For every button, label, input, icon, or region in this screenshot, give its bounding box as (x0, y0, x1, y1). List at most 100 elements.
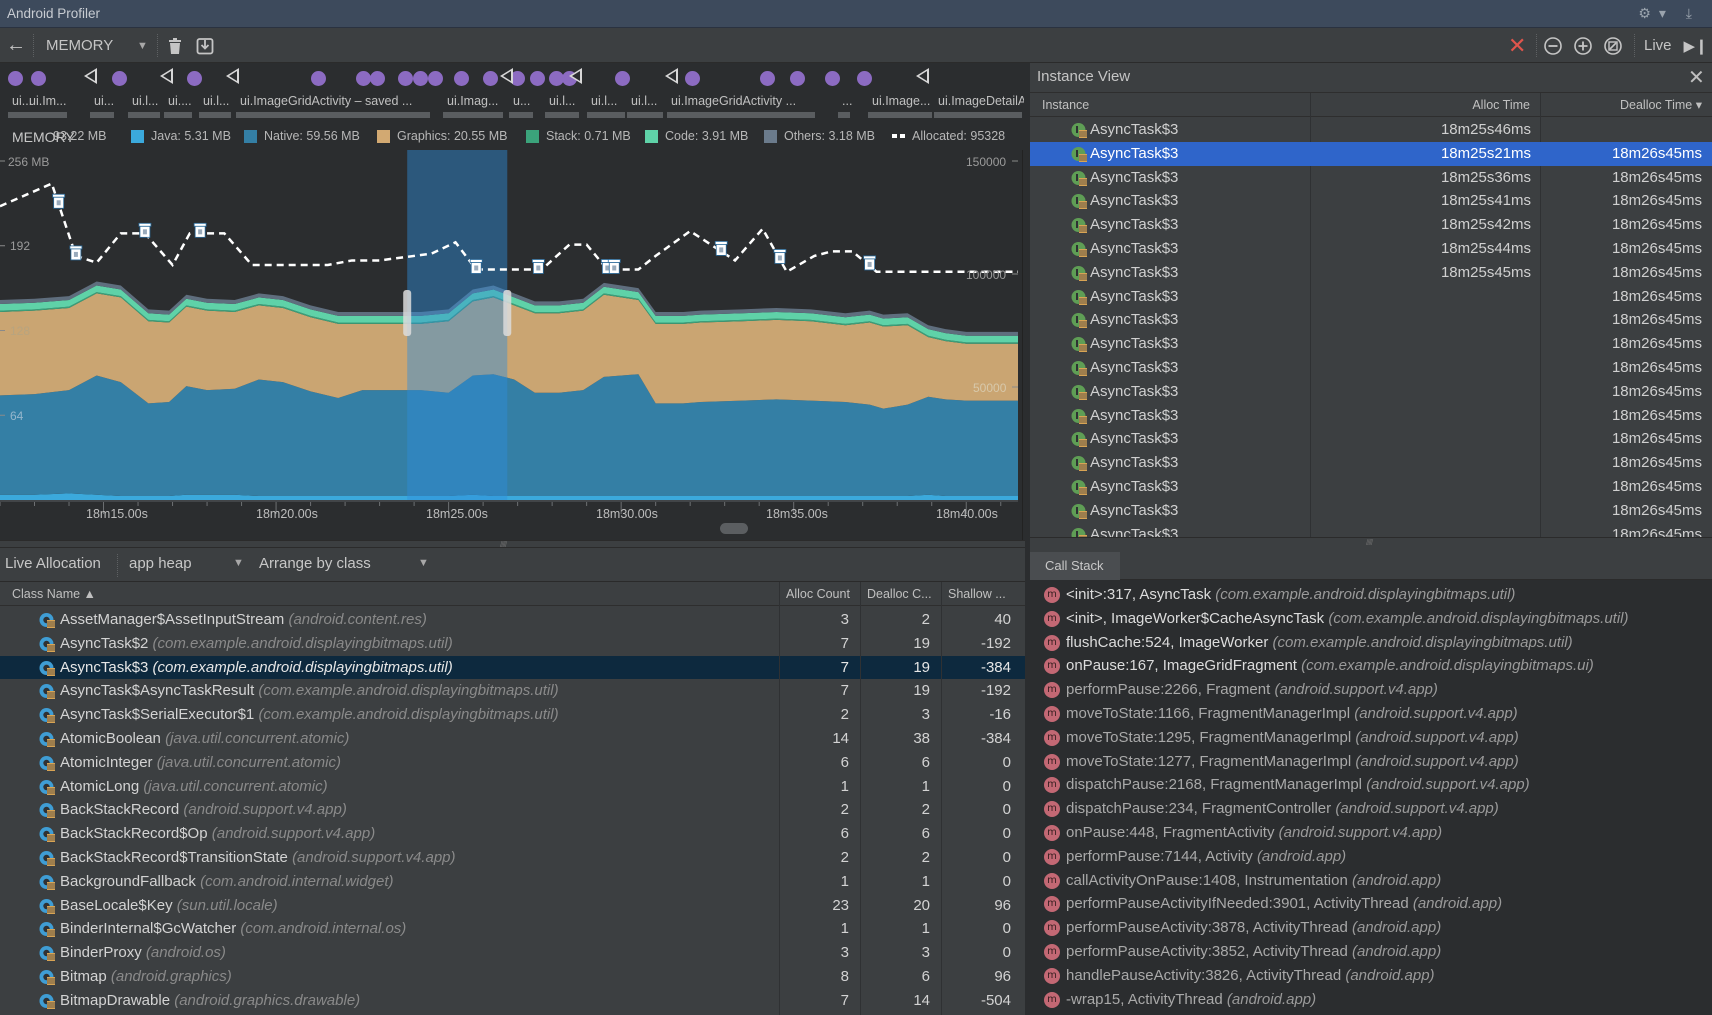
call-stack-frame[interactable]: m performPauseActivity:3852, ActivityThre… (1030, 940, 1712, 964)
activity-label[interactable]: ui.... (168, 94, 194, 108)
user-event-dot[interactable] (615, 71, 630, 86)
instance-row[interactable]: AsyncTask$3 18m26s45ms (1030, 523, 1712, 537)
user-event-dot[interactable] (685, 71, 700, 86)
gc-event-trash-icon[interactable] (52, 193, 66, 209)
force-gc-button[interactable] (168, 28, 182, 63)
instance-row[interactable]: AsyncTask$3 18m26s45ms (1030, 308, 1712, 332)
call-stack-frame[interactable]: m <init>:317, AsyncTask (com.example.andr… (1030, 583, 1712, 607)
instance-row[interactable]: AsyncTask$3 18m26s45ms (1030, 285, 1712, 309)
back-navigation-icon[interactable] (916, 68, 929, 84)
user-event-dot[interactable] (530, 71, 545, 86)
activity-label[interactable]: ui.Imag... (447, 94, 505, 108)
class-row[interactable]: AsyncTask$3 (com.example.android.display… (0, 655, 1025, 680)
user-event-dot[interactable] (760, 71, 775, 86)
instance-row[interactable]: AsyncTask$3 18m26s45ms (1030, 380, 1712, 404)
user-event-dot[interactable] (31, 71, 46, 86)
instance-row[interactable]: AsyncTask$3 18m25s45ms 18m26s45ms (1030, 261, 1712, 285)
back-navigation-icon[interactable] (665, 68, 678, 84)
activity-label[interactable]: ui.ImageGridActivity – saved ... (240, 94, 432, 108)
stop-session-button[interactable]: ✕ (1508, 28, 1526, 63)
instance-row[interactable]: AsyncTask$3 18m25s46ms (1030, 118, 1712, 142)
class-row[interactable]: AtomicBoolean (java.util.concurrent.atom… (0, 727, 1025, 751)
call-stack-frame[interactable]: m -wrap15, ActivityThread (android.app) (1030, 988, 1712, 1012)
class-row[interactable]: AssetManager$AssetInputStream (android.c… (0, 608, 1025, 632)
class-row[interactable]: BinderInternal$GcWatcher (com.android.in… (0, 917, 1025, 941)
gc-event-trash-icon[interactable] (863, 255, 877, 271)
back-navigation-icon[interactable] (500, 68, 513, 84)
activity-label[interactable]: ui.ImageDetailA (938, 94, 1024, 108)
call-stack-frame[interactable]: m flushCache:524, ImageWorker (com.exampl… (1030, 631, 1712, 655)
class-row[interactable]: BackStackRecord$TransitionState (android… (0, 846, 1025, 870)
tab-call-stack[interactable]: Call Stack (1030, 552, 1120, 580)
heap-select[interactable]: app heap ▼ (129, 555, 247, 575)
gc-event-trash-icon[interactable] (69, 245, 83, 261)
back-navigation-icon[interactable] (226, 68, 239, 84)
call-stack-frame[interactable]: m onPause:448, FragmentActivity (android.… (1030, 821, 1712, 845)
column-header-dealloc-time[interactable]: Dealloc Time ▾ (1540, 93, 1712, 117)
user-event-dot[interactable] (187, 71, 202, 86)
class-row[interactable]: Bitmap (android.graphics) 8 6 96 (0, 965, 1025, 989)
instance-row[interactable]: AsyncTask$3 18m26s45ms (1030, 427, 1712, 451)
user-event-dot[interactable] (311, 71, 326, 86)
user-event-dot[interactable] (428, 71, 443, 86)
user-event-dot[interactable] (8, 71, 23, 86)
call-stack-frame[interactable]: m performPauseActivity:3878, ActivityThre… (1030, 916, 1712, 940)
column-header-class-name[interactable]: Class Name ▲ (0, 582, 779, 606)
selection-handle[interactable] (403, 290, 412, 336)
selection-handle[interactable] (503, 290, 512, 336)
column-header-shallow-size[interactable]: Shallow ... (941, 582, 1022, 606)
instance-row[interactable]: AsyncTask$3 18m26s45ms (1030, 499, 1712, 523)
instance-row[interactable]: AsyncTask$3 18m26s45ms (1030, 356, 1712, 380)
class-row[interactable]: BitmapDrawable (android.graphics.drawabl… (0, 989, 1025, 1013)
back-navigation-icon[interactable] (569, 68, 582, 84)
instance-row[interactable]: AsyncTask$3 18m26s45ms (1030, 332, 1712, 356)
column-header-dealloc-count[interactable]: Dealloc C... (860, 582, 941, 606)
gc-event-trash-icon[interactable] (714, 241, 728, 256)
class-row[interactable]: BackStackRecord (android.support.v4.app)… (0, 798, 1025, 822)
user-event-dot[interactable] (825, 71, 840, 86)
gc-event-trash-icon[interactable] (138, 222, 152, 238)
activity-label[interactable]: ui.l... (591, 94, 627, 108)
column-header-instance[interactable]: Instance (1030, 93, 1310, 117)
call-stack-frame[interactable]: m dispatchPause:2168, FragmentManagerImpl… (1030, 773, 1712, 797)
column-header-alloc-count[interactable]: Alloc Count (779, 582, 860, 606)
instance-row[interactable]: AsyncTask$3 18m26s45ms (1030, 475, 1712, 499)
reset-zoom-button[interactable] (1603, 28, 1623, 63)
arrange-select[interactable]: Arrange by class ▼ (259, 555, 429, 575)
call-stack-frame[interactable]: m callActivityOnPause:1408, Instrumentati… (1030, 869, 1712, 893)
call-stack-frame[interactable]: m performPauseActivityIfNeeded:3901, Acti… (1030, 892, 1712, 916)
instance-row[interactable]: AsyncTask$3 18m25s21ms 18m26s45ms (1030, 141, 1712, 166)
zoom-out-button[interactable] (1543, 28, 1563, 63)
arrow-left-icon[interactable]: ← (6, 28, 26, 63)
activity-label[interactable]: ui.Image... (872, 94, 934, 108)
class-row[interactable]: BackStackRecord$Op (android.support.v4.a… (0, 822, 1025, 846)
user-event-dot[interactable] (370, 71, 385, 86)
timeline-scrollbar-thumb[interactable] (720, 523, 748, 534)
class-row[interactable]: BackgroundFallback (com.android.internal… (0, 870, 1025, 894)
gear-icon[interactable]: ⚙▾ (1638, 5, 1674, 21)
class-row[interactable]: AsyncTask$SerialExecutor$1 (com.example.… (0, 703, 1025, 727)
heap-dump-button[interactable] (196, 28, 214, 63)
memory-chart[interactable]: 256 MB 192 128 64 150000 100000 50000 18… (0, 150, 1022, 540)
user-event-dot[interactable] (356, 71, 371, 86)
instance-row[interactable]: AsyncTask$3 18m25s42ms 18m26s45ms (1030, 213, 1712, 237)
activity-label[interactable]: ui.l... (203, 94, 233, 108)
user-event-dot[interactable] (454, 71, 469, 86)
instance-callstack-splitter[interactable]: ///// (1030, 537, 1712, 548)
class-row[interactable]: AsyncTask$2 (com.example.android.display… (0, 632, 1025, 656)
call-stack-frame[interactable]: m onPause:167, ImageGridFragment (com.exa… (1030, 654, 1712, 678)
instance-row[interactable]: AsyncTask$3 18m25s36ms 18m26s45ms (1030, 166, 1712, 190)
profiler-select[interactable]: MEMORY ▼ (46, 28, 150, 63)
instance-row[interactable]: AsyncTask$3 18m25s41ms 18m26s45ms (1030, 189, 1712, 213)
user-event-dot[interactable] (112, 71, 127, 86)
activity-label[interactable]: u... (513, 94, 535, 108)
instance-row[interactable]: AsyncTask$3 18m26s45ms (1030, 451, 1712, 475)
call-stack-frame[interactable]: m handlePauseActivity:3826, ActivityThrea… (1030, 964, 1712, 988)
activity-label[interactable]: ui.l... (132, 94, 162, 108)
live-button[interactable]: Live ▶❙ (1644, 28, 1708, 63)
gc-event-trash-icon[interactable] (469, 259, 483, 274)
instance-row[interactable]: AsyncTask$3 18m26s45ms (1030, 404, 1712, 428)
user-event-dot[interactable] (857, 71, 872, 86)
back-navigation-icon[interactable] (84, 68, 97, 84)
call-stack-frame[interactable]: m moveToState:1295, FragmentManagerImpl (… (1030, 726, 1712, 750)
